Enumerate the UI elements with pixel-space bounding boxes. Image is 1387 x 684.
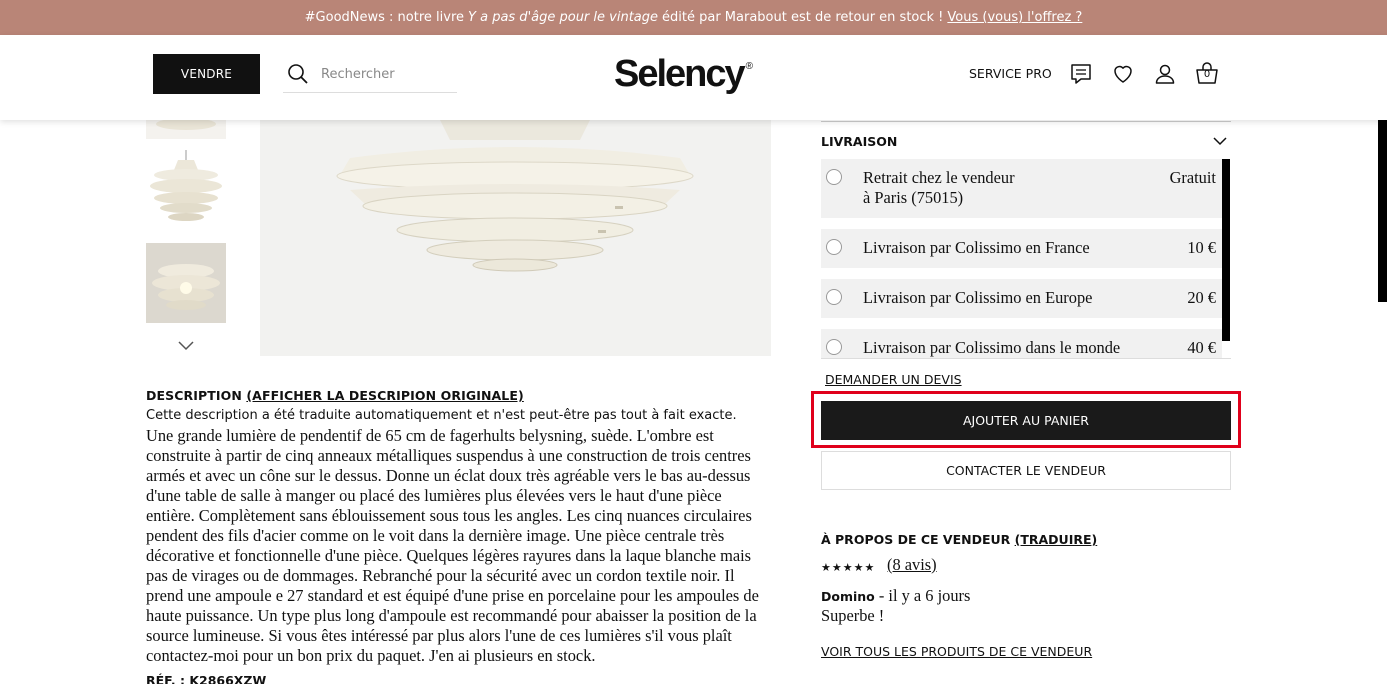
delivery-option-price: 40 € xyxy=(1187,338,1216,357)
all-seller-products-link[interactable]: VOIR TOUS LES PRODUITS DE CE VENDEUR xyxy=(821,644,1092,659)
service-pro-link[interactable]: SERVICE PRO xyxy=(969,66,1052,81)
cart-count: 0 xyxy=(1203,69,1211,80)
banner-text: #GoodNews : notre livre xyxy=(304,10,465,25)
chevron-down-icon[interactable] xyxy=(176,338,196,352)
add-to-cart-button[interactable]: AJOUTER AU PANIER xyxy=(821,401,1231,440)
banner-text-suffix: édité par Marabout est de retour en stoc… xyxy=(662,10,944,25)
search-bar[interactable] xyxy=(283,56,457,93)
description-title: DESCRIPTION xyxy=(146,388,242,403)
divider xyxy=(821,121,1231,122)
product-main-image[interactable] xyxy=(260,120,771,356)
description-body: Une grande lumière de pendentif de 65 cm… xyxy=(146,426,759,665)
delivery-option-world[interactable]: Livraison par Colissimo dans le monde 40… xyxy=(821,329,1222,358)
translate-link[interactable]: (TRADUIRE) xyxy=(1015,532,1098,547)
about-seller-title: À PROPOS DE CE VENDEUR xyxy=(821,532,1011,547)
banner-book-title: Y a pas d'âge pour le vintage xyxy=(468,10,659,25)
review-meta: Domino - il y a 6 jours xyxy=(821,586,970,606)
site-logo[interactable]: Selency ® xyxy=(614,53,753,96)
delivery-option-label: Livraison par Colissimo en France xyxy=(863,238,1090,257)
logo-registered-mark: ® xyxy=(745,61,754,72)
pendant-lamp-image xyxy=(260,120,771,356)
search-input[interactable] xyxy=(321,66,451,82)
radio-button[interactable] xyxy=(826,239,842,255)
delivery-options-scrollbar[interactable] xyxy=(1222,159,1230,341)
product-thumbnail[interactable] xyxy=(146,120,226,139)
delivery-option-label-line2: à Paris (75015) xyxy=(863,188,964,207)
banner-link[interactable]: Vous (vous) l'offrez ? xyxy=(947,10,1082,25)
contact-seller-button[interactable]: CONTACTER LE VENDEUR xyxy=(821,451,1231,490)
delivery-option-europe[interactable]: Livraison par Colissimo en Europe 20 € xyxy=(821,279,1222,318)
user-icon[interactable] xyxy=(1153,62,1177,86)
sell-button[interactable]: VENDRE xyxy=(153,54,260,94)
description-heading: DESCRIPTION (AFFICHER LA DESCRIPION ORIG… xyxy=(146,388,524,403)
lamp-thumbnail-image xyxy=(146,243,226,323)
radio-button[interactable] xyxy=(826,289,842,305)
seller-rating-stars: ★★★★★ xyxy=(821,561,876,574)
product-reference: RÉF. : K2866XZW xyxy=(146,673,267,684)
delivery-option-label-line1: Retrait chez le vendeur xyxy=(863,168,1015,187)
delivery-option-label: Livraison par Colissimo dans le monde xyxy=(863,338,1121,357)
radio-button[interactable] xyxy=(826,169,842,185)
chat-icon[interactable] xyxy=(1069,62,1093,86)
chevron-down-icon[interactable] xyxy=(1213,136,1227,146)
delivery-option-price: Gratuit xyxy=(1169,168,1216,187)
request-quote-link[interactable]: DEMANDER UN DEVIS xyxy=(825,372,962,387)
delivery-option-pickup[interactable]: Retrait chez le vendeur à Paris (75015) … xyxy=(821,159,1222,218)
radio-button[interactable] xyxy=(826,339,842,355)
delivery-option-label: Retrait chez le vendeur à Paris (75015) xyxy=(863,168,1015,208)
review-text: Superbe ! xyxy=(821,606,885,625)
review-time: - il y a 6 jours xyxy=(878,586,971,605)
delivery-option-label: Livraison par Colissimo en Europe xyxy=(863,288,1093,307)
show-original-description-link[interactable]: (AFFICHER LA DESCRIPION ORIGINALE) xyxy=(246,388,523,403)
review-author: Domino xyxy=(821,589,875,604)
reviews-link[interactable]: (8 avis) xyxy=(887,555,937,575)
about-seller-heading: À PROPOS DE CE VENDEUR (TRADUIRE) xyxy=(821,532,1097,547)
delivery-heading[interactable]: LIVRAISON xyxy=(821,134,897,149)
promo-banner: #GoodNews : notre livre Y a pas d'âge po… xyxy=(0,0,1387,35)
delivery-option-price: 20 € xyxy=(1187,288,1216,307)
heart-icon[interactable] xyxy=(1111,62,1135,86)
delivery-option-france[interactable]: Livraison par Colissimo en France 10 € xyxy=(821,229,1222,268)
logo-text: Selency xyxy=(614,53,746,95)
product-thumbnail[interactable] xyxy=(146,150,226,230)
lamp-thumbnail-image xyxy=(146,120,226,139)
translation-note: Cette description a été traduite automat… xyxy=(146,408,737,423)
delivery-option-price: 10 € xyxy=(1187,238,1216,257)
product-thumbnail[interactable] xyxy=(146,243,226,323)
lamp-thumbnail-image xyxy=(150,150,222,221)
search-icon xyxy=(288,64,308,84)
delivery-options: Retrait chez le vendeur à Paris (75015) … xyxy=(821,159,1231,359)
site-header: VENDRE Selency® SERVICE PRO 0 xyxy=(0,35,1387,120)
